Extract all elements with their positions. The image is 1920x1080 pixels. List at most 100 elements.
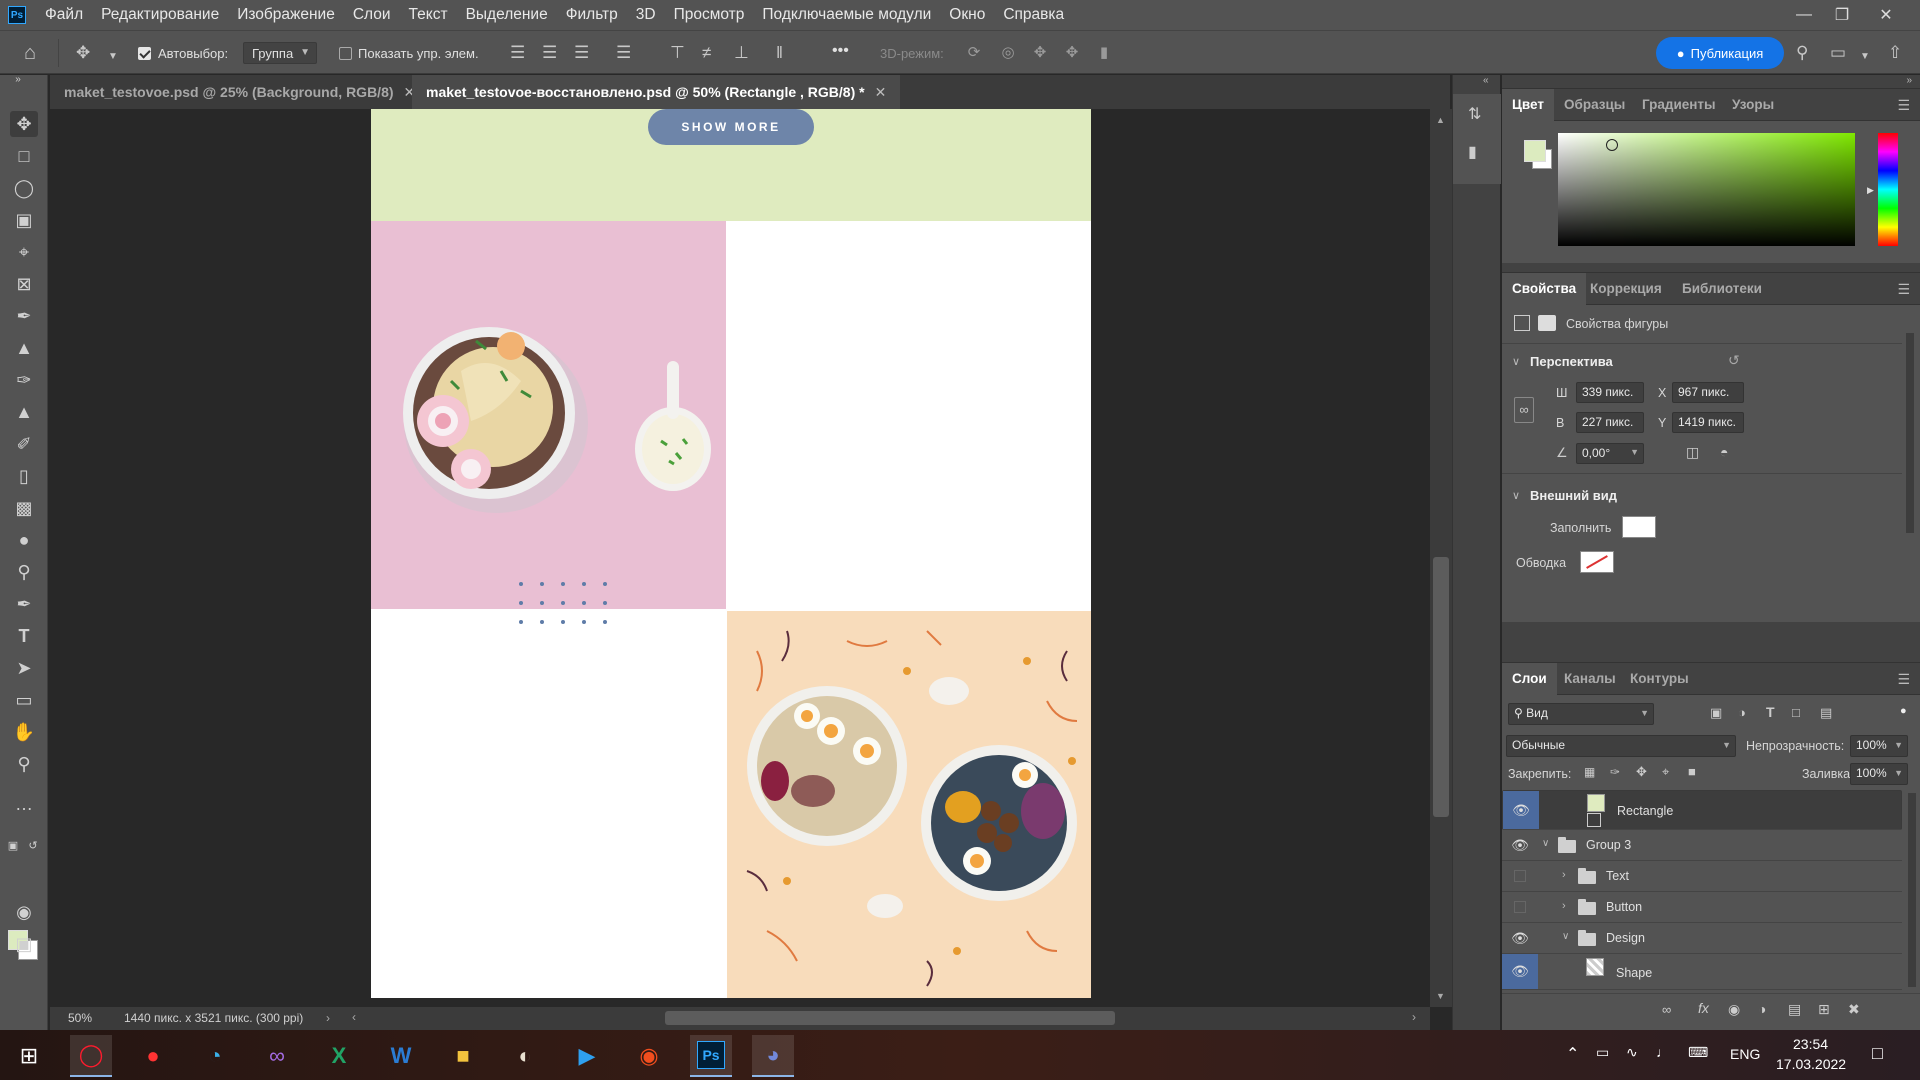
chevron-right-icon[interactable]: › <box>326 1007 330 1030</box>
yandex-browser-icon[interactable]: ● <box>132 1035 174 1077</box>
eraser-tool-icon[interactable]: ▯ <box>10 463 38 489</box>
frame-tool-icon[interactable]: ⊠ <box>10 271 38 297</box>
home-icon[interactable]: ⌂ <box>24 43 36 63</box>
x-input[interactable]: 967 пикс. <box>1672 382 1744 403</box>
layer-row-rectangle[interactable]: 👁 Rectangle <box>1502 790 1902 830</box>
crop-tool-icon[interactable]: ⌖ <box>10 239 38 265</box>
chevron-down-icon[interactable]: ∨ <box>1542 838 1549 849</box>
discord-icon[interactable]: ◕ <box>752 1035 794 1077</box>
clock-date[interactable]: 17.03.2022 <box>1776 1056 1846 1072</box>
color-field[interactable] <box>1558 133 1855 246</box>
hue-slider-handle-icon[interactable]: ▶ <box>1867 185 1874 196</box>
chevron-down-icon[interactable]: ∨ <box>1512 355 1520 368</box>
minimize-icon[interactable]: — <box>1786 0 1822 30</box>
layer-row-shape[interactable]: 👁 Shape <box>1502 954 1902 990</box>
tab-color[interactable]: Цвет <box>1502 89 1554 121</box>
filter-pixel-icon[interactable]: ▣ <box>1710 705 1722 721</box>
search-icon[interactable]: ⚲ <box>1796 43 1808 63</box>
align-top-icon[interactable]: ⊤ <box>670 43 685 63</box>
bowls-photo-peach[interactable] <box>727 611 1091 998</box>
paint-icon[interactable]: ◐ <box>504 1035 546 1077</box>
move-tool-icon[interactable]: ✥ <box>10 111 38 137</box>
figma-icon[interactable]: ◉ <box>628 1035 670 1077</box>
vertical-scrollbar[interactable]: ▲ ▼ <box>1430 109 1452 1007</box>
hand-tool-icon[interactable]: ✋ <box>10 719 38 745</box>
workspace-icon[interactable]: ▭ <box>1830 43 1846 63</box>
menu-window[interactable]: Окно <box>940 0 994 30</box>
collapse-icon[interactable]: » <box>4 73 32 87</box>
vscode-icon[interactable]: ▶ <box>566 1035 608 1077</box>
autoselect-dropdown[interactable]: Группа ▼ <box>243 42 317 64</box>
history-icon[interactable]: ⇅ <box>1468 104 1481 124</box>
y-input[interactable]: 1419 пикс. <box>1672 412 1744 433</box>
lock-all-icon[interactable]: ■ <box>1688 764 1696 779</box>
fx-icon[interactable]: fx <box>1698 1000 1709 1016</box>
opera-icon[interactable]: ◯ <box>70 1035 112 1077</box>
tab-channels[interactable]: Каналы <box>1554 663 1626 695</box>
autoselect-checkbox[interactable] <box>138 47 151 60</box>
lock-transparency-icon[interactable]: ▦ <box>1584 765 1595 779</box>
more-tools-icon[interactable]: … <box>10 791 38 817</box>
marquee-tool-icon[interactable]: □ <box>10 143 38 169</box>
green-banner-rectangle[interactable]: SHOW MORE <box>371 109 1091 221</box>
properties-scrollbar[interactable] <box>1906 333 1914 533</box>
windows-start-icon[interactable]: ⊞ <box>8 1035 50 1077</box>
word-icon[interactable]: W <box>380 1035 422 1077</box>
lock-position-icon[interactable]: ✥ <box>1636 764 1647 780</box>
distribute-vertical-icon[interactable]: ‖ <box>776 43 783 63</box>
layers-scrollbar[interactable] <box>1908 793 1916 987</box>
chevron-down-icon[interactable]: ▼ <box>1860 47 1870 67</box>
gradient-tool-icon[interactable]: ▩ <box>10 495 38 521</box>
filter-shape-icon[interactable]: □ <box>1792 705 1800 720</box>
stroke-swatch[interactable] <box>1580 551 1614 573</box>
filter-adjustment-icon[interactable]: ◑ <box>1738 705 1746 720</box>
canvas-area[interactable]: SHOW MORE <box>50 109 1430 1007</box>
scroll-up-icon[interactable]: ▲ <box>1436 115 1445 125</box>
keyboard-icon[interactable]: ⌨ <box>1688 1044 1708 1061</box>
comments-icon[interactable]: ▮ <box>1468 142 1477 162</box>
eye-icon[interactable]: 👁 <box>1502 923 1538 953</box>
horizontal-scroll-thumb[interactable] <box>665 1011 1115 1025</box>
publish-button[interactable]: ● Публикация <box>1656 37 1784 69</box>
delete-layer-icon[interactable]: ✖ <box>1848 1001 1860 1018</box>
chevron-down-icon[interactable]: ∨ <box>1512 489 1520 502</box>
tab-gradients[interactable]: Градиенты <box>1632 89 1726 121</box>
blur-tool-icon[interactable]: ● <box>10 527 38 553</box>
3d-pan-icon[interactable]: ✥ <box>1030 43 1050 63</box>
align-middle-icon[interactable]: ≠ <box>702 43 711 63</box>
share-icon[interactable]: ⇧ <box>1888 43 1902 63</box>
eye-icon[interactable]: 👁 <box>1502 954 1538 989</box>
fill-swatch[interactable] <box>1622 516 1656 538</box>
menu-3d[interactable]: 3D <box>627 0 665 30</box>
panel-menu-icon[interactable]: ☰ <box>1897 281 1910 298</box>
show-more-button[interactable]: SHOW MORE <box>648 109 814 145</box>
layer-row-text[interactable]: › Text <box>1502 861 1902 892</box>
new-layer-icon[interactable]: ⊞ <box>1818 1001 1830 1018</box>
ramen-photo-pink[interactable] <box>371 221 726 609</box>
link-icon[interactable]: ∞ <box>1514 397 1534 423</box>
rectangle-tool-icon[interactable]: ▭ <box>10 687 38 713</box>
tab-properties[interactable]: Свойства <box>1502 273 1587 305</box>
close-icon[interactable]: ✕ <box>1868 0 1904 30</box>
filter-type-icon[interactable]: T <box>1766 704 1775 720</box>
layer-row-button[interactable]: › Button <box>1502 892 1902 923</box>
menu-edit[interactable]: Редактирование <box>92 0 228 30</box>
chevron-right-icon[interactable]: › <box>1562 900 1566 912</box>
align-right-icon[interactable]: ☰ <box>574 43 589 63</box>
tab-libraries[interactable]: Библиотеки <box>1672 273 1772 305</box>
show-transform-checkbox[interactable] <box>339 47 352 60</box>
zoom-tool-icon[interactable]: ⚲ <box>10 751 38 777</box>
layer-row-group-3[interactable]: 👁 ∨ Group 3 <box>1502 830 1902 861</box>
artboard[interactable]: SHOW MORE <box>371 109 1091 998</box>
lock-artboard-icon[interactable]: ⌖ <box>1662 764 1669 780</box>
add-mask-icon[interactable]: ◉ <box>1728 1001 1740 1018</box>
tab-maket-restored[interactable]: maket_testovoe-восстановлено.psd @ 50% (… <box>412 75 901 109</box>
flip-horizontal-icon[interactable]: ◫ <box>1686 444 1699 461</box>
eye-icon[interactable]: 👁 <box>1502 830 1538 860</box>
3d-roll-icon[interactable]: ◎ <box>998 43 1018 63</box>
tab-swatches[interactable]: Образцы <box>1554 89 1635 121</box>
eyedropper-tool-icon[interactable]: ✒ <box>10 303 38 329</box>
menu-layers[interactable]: Слои <box>344 0 400 30</box>
lasso-tool-icon[interactable]: ◯ <box>10 175 38 201</box>
blend-mode-dropdown[interactable]: Обычные ▼ <box>1506 735 1736 757</box>
